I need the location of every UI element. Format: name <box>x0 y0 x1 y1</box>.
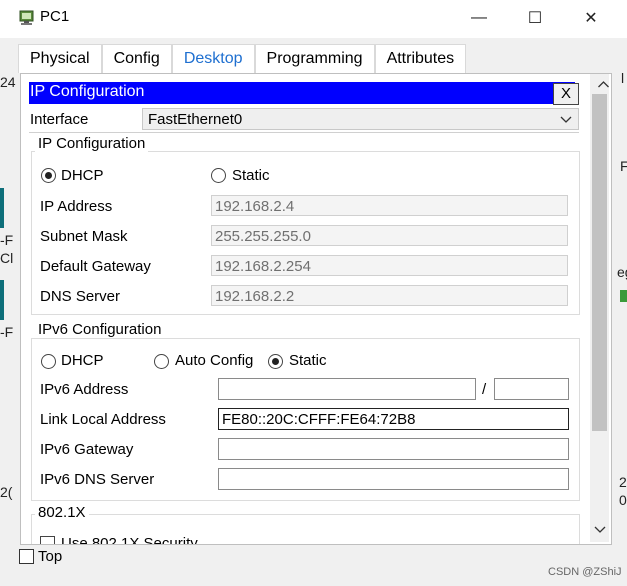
ipv6-static-radio[interactable] <box>268 354 283 369</box>
top-label[interactable]: Top <box>38 548 62 565</box>
use-dot1x-checkbox[interactable] <box>40 536 55 544</box>
ipv6-dns-server-label: IPv6 DNS Server <box>40 471 155 488</box>
background-text: -F <box>0 232 14 248</box>
ipv4-static-radio[interactable] <box>211 168 226 183</box>
ipv6-dns-server-field[interactable] <box>218 468 569 490</box>
ipv4-dhcp-label[interactable]: DHCP <box>61 167 104 184</box>
subnet-mask-field[interactable]: 255.255.255.0 <box>211 225 568 246</box>
close-button[interactable]: ✕ <box>568 4 614 32</box>
maximize-button[interactable]: ☐ <box>512 4 558 32</box>
background-text: 2 <box>619 474 627 490</box>
ip-address-label: IP Address <box>40 198 113 215</box>
top-checkbox[interactable] <box>19 549 34 564</box>
ipv6-auto-config-label[interactable]: Auto Config <box>175 352 253 369</box>
ip-configuration-title: IP Configuration <box>30 83 145 100</box>
ipv6-group-legend: IPv6 Configuration <box>35 321 165 338</box>
use-dot1x-label[interactable]: Use 802.1X Security <box>61 535 198 544</box>
tab-programming[interactable]: Programming <box>254 44 375 73</box>
ipv6-dhcp-label[interactable]: DHCP <box>61 352 104 369</box>
pc1-window: 24 -F Cl -F 2( l F eg 2 0 PC1 — ☐ ✕ Phys… <box>0 0 627 586</box>
tab-bar: Physical Config Desktop Programming Attr… <box>18 44 467 76</box>
scrollbar-thumb[interactable] <box>592 94 607 431</box>
ipv4-static-label[interactable]: Static <box>232 167 270 184</box>
tab-desktop[interactable]: Desktop <box>171 44 255 76</box>
vertical-scrollbar[interactable] <box>590 74 609 542</box>
ipv6-prefix-field[interactable] <box>494 378 569 400</box>
tab-config[interactable]: Config <box>101 44 172 73</box>
ipv6-address-label: IPv6 Address <box>40 381 129 398</box>
ipv6-auto-config-radio[interactable] <box>154 354 169 369</box>
prefix-separator: / <box>482 381 487 398</box>
ipv6-gateway-label: IPv6 Gateway <box>40 441 134 458</box>
ipv6-static-label[interactable]: Static <box>289 352 327 369</box>
scroll-down-icon[interactable] <box>594 526 606 534</box>
packet-tracer-app-icon <box>19 10 34 25</box>
background-text: l <box>621 70 625 86</box>
background-text: eg <box>617 264 627 280</box>
dns-server-label: DNS Server <box>40 288 121 305</box>
interface-value: FastEthernet0 <box>148 111 243 128</box>
watermark: CSDN @ZShiJ <box>548 566 622 578</box>
dot1x-group-legend: 802.1X <box>35 504 89 521</box>
scroll-up-icon[interactable] <box>594 80 612 88</box>
ipv4-dhcp-radio[interactable] <box>41 168 56 183</box>
subnet-mask-label: Subnet Mask <box>40 228 128 245</box>
background-text: 0 <box>619 492 627 508</box>
background-text: -F <box>0 324 14 340</box>
ip-address-field[interactable]: 192.168.2.4 <box>211 195 568 216</box>
background-device-icon <box>0 188 4 228</box>
background-device-icon <box>0 280 4 320</box>
title-bar[interactable]: PC1 — ☐ ✕ <box>0 0 627 38</box>
window-title: PC1 <box>40 8 70 25</box>
link-local-address-label: Link Local Address <box>40 411 166 428</box>
interface-select[interactable]: FastEthernet0 <box>142 108 579 130</box>
background-device-icon <box>620 290 627 302</box>
ipv4-group-legend: IP Configuration <box>35 135 149 152</box>
default-gateway-label: Default Gateway <box>40 258 151 275</box>
minimize-button[interactable]: — <box>456 4 502 32</box>
desktop-panel: IP Configuration X Interface FastEtherne… <box>20 73 612 545</box>
ip-configuration-close-button[interactable]: X <box>553 83 579 105</box>
chevron-down-icon <box>560 116 572 123</box>
dns-server-field[interactable]: 192.168.2.2 <box>211 285 568 306</box>
background-text: 2( <box>0 484 13 500</box>
tab-attributes[interactable]: Attributes <box>374 44 467 73</box>
default-gateway-field[interactable]: 192.168.2.254 <box>211 255 568 276</box>
ip-configuration-title-bar: IP Configuration X <box>29 82 579 105</box>
tab-physical[interactable]: Physical <box>18 44 102 73</box>
ipv6-address-field[interactable] <box>218 378 476 400</box>
background-text: 24 <box>0 74 16 90</box>
background-text: Cl <box>0 250 14 266</box>
background-text: F <box>620 158 627 174</box>
divider <box>29 132 579 133</box>
ipv6-gateway-field[interactable] <box>218 438 569 460</box>
interface-label: Interface <box>30 111 89 128</box>
ipv6-dhcp-radio[interactable] <box>41 354 56 369</box>
link-local-address-field[interactable]: FE80::20C:CFFF:FE64:72B8 <box>218 408 569 430</box>
